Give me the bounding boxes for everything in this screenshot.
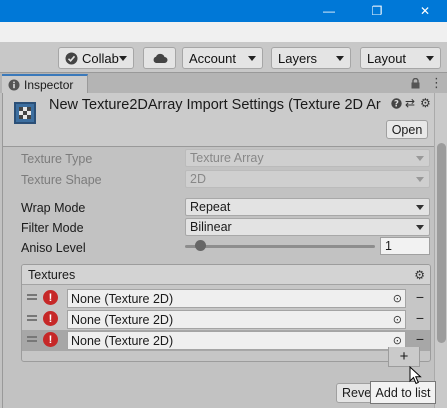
wrap-mode-row: Wrap Mode bbox=[21, 198, 186, 217]
account-dropdown[interactable]: Account bbox=[182, 47, 263, 69]
texture-field-value: None (Texture 2D) bbox=[71, 333, 174, 348]
chevron-down-icon bbox=[416, 205, 424, 210]
gear-icon[interactable]: ⚙ bbox=[420, 96, 431, 110]
open-button[interactable]: Open bbox=[386, 120, 428, 139]
texture-type-dropdown[interactable]: Texture Array bbox=[185, 149, 430, 167]
texture-object-field[interactable]: None (Texture 2D) ⊙ bbox=[67, 289, 406, 308]
wrap-mode-label: Wrap Mode bbox=[21, 200, 86, 215]
tooltip: Add to list bbox=[370, 381, 436, 404]
menu-strip bbox=[0, 22, 447, 42]
aniso-level-row: Aniso Level bbox=[21, 238, 186, 257]
texture-shape-label: Texture Shape bbox=[21, 172, 102, 187]
main-toolbar: Collab Account Layers Layout bbox=[0, 42, 447, 73]
chevron-down-icon bbox=[416, 225, 424, 230]
filter-mode-value: Bilinear bbox=[190, 220, 232, 234]
preset-icon[interactable]: ⇄ bbox=[405, 96, 415, 110]
aniso-level-slider-thumb[interactable] bbox=[195, 240, 207, 251]
chevron-down-icon bbox=[336, 56, 344, 61]
inspector-scrollbar[interactable] bbox=[434, 93, 447, 408]
collab-button[interactable]: Collab bbox=[58, 47, 134, 69]
remove-item-button[interactable]: − bbox=[412, 310, 428, 326]
chevron-down-icon bbox=[426, 56, 434, 61]
cloud-icon bbox=[153, 53, 167, 63]
list-item[interactable]: ! None (Texture 2D) ⊙ − bbox=[22, 309, 430, 330]
chevron-down-icon bbox=[119, 56, 127, 61]
close-icon: ✕ bbox=[419, 4, 431, 18]
drag-handle-icon[interactable] bbox=[27, 315, 37, 321]
layers-label: Layers bbox=[278, 50, 318, 66]
aniso-level-input[interactable]: 1 bbox=[380, 237, 430, 255]
texture-field-value: None (Texture 2D) bbox=[71, 312, 174, 327]
filter-mode-row: Filter Mode bbox=[21, 218, 186, 237]
tab-inspector[interactable]: Inspector bbox=[2, 74, 88, 93]
layout-label: Layout bbox=[367, 50, 407, 66]
plus-icon: + bbox=[399, 348, 409, 365]
error-icon: ! bbox=[43, 332, 58, 347]
tab-row: Inspector ⋮ bbox=[0, 73, 447, 93]
error-icon: ! bbox=[43, 311, 58, 326]
layers-dropdown[interactable]: Layers bbox=[271, 47, 351, 69]
close-window-button[interactable]: ✕ bbox=[405, 0, 445, 22]
inspector-panel: New Texture2DArray Import Settings (Text… bbox=[2, 93, 434, 408]
gear-icon[interactable]: ⚙ bbox=[414, 268, 425, 282]
chevron-down-icon bbox=[416, 156, 424, 161]
remove-item-button[interactable]: − bbox=[412, 289, 428, 305]
texture-type-label: Texture Type bbox=[21, 151, 93, 166]
tooltip-text: Add to list bbox=[375, 385, 431, 400]
account-label: Account bbox=[189, 50, 236, 66]
texture-type-row: Texture Type bbox=[21, 149, 186, 168]
aniso-level-slider-track[interactable] bbox=[185, 245, 375, 248]
texture-shape-row: Texture Shape bbox=[21, 170, 186, 189]
object-picker-icon[interactable]: ⊙ bbox=[393, 334, 402, 347]
texture-shape-dropdown[interactable]: 2D bbox=[185, 170, 430, 188]
texture-type-value: Texture Array bbox=[190, 151, 264, 165]
chevron-down-icon bbox=[416, 177, 424, 182]
list-item[interactable]: ! None (Texture 2D) ⊙ − bbox=[22, 330, 430, 351]
textures-list-header: Textures ⚙ bbox=[22, 265, 430, 285]
restore-icon: ❐ bbox=[371, 4, 383, 18]
texture-array-icon bbox=[14, 102, 36, 124]
error-icon: ! bbox=[43, 290, 58, 305]
texture-object-field[interactable]: None (Texture 2D) ⊙ bbox=[67, 310, 406, 329]
texture-field-value: None (Texture 2D) bbox=[71, 291, 174, 306]
scrollbar-thumb[interactable] bbox=[437, 143, 446, 343]
info-icon bbox=[8, 79, 20, 90]
filter-mode-dropdown[interactable]: Bilinear bbox=[185, 218, 430, 236]
open-label: Open bbox=[391, 122, 423, 137]
check-circle-icon bbox=[65, 52, 78, 64]
drag-handle-icon[interactable] bbox=[27, 336, 37, 342]
remove-item-button[interactable]: − bbox=[412, 331, 428, 347]
textures-list: Textures ⚙ ! None (Texture 2D) ⊙ − ! Non… bbox=[21, 264, 431, 362]
wrap-mode-value: Repeat bbox=[190, 200, 231, 214]
add-item-button[interactable]: + bbox=[388, 347, 420, 367]
object-picker-icon[interactable]: ⊙ bbox=[393, 313, 402, 326]
texture-object-field[interactable]: None (Texture 2D) ⊙ bbox=[67, 331, 406, 350]
help-icon[interactable]: ? bbox=[391, 98, 402, 109]
object-picker-icon[interactable]: ⊙ bbox=[393, 292, 402, 305]
page-title: New Texture2DArray Import Settings (Text… bbox=[49, 97, 381, 113]
list-item[interactable]: ! None (Texture 2D) ⊙ − bbox=[22, 288, 430, 309]
kebab-menu-icon[interactable]: ⋮ bbox=[430, 75, 443, 91]
chevron-down-icon bbox=[248, 56, 256, 61]
aniso-level-value: 1 bbox=[385, 239, 392, 253]
tab-inspector-label: Inspector bbox=[24, 77, 74, 92]
minimize-button[interactable]: — bbox=[309, 0, 349, 22]
window-titlebar: — ❐ ✕ bbox=[0, 0, 447, 22]
collab-label: Collab bbox=[82, 50, 119, 66]
filter-mode-label: Filter Mode bbox=[21, 220, 84, 235]
lock-icon[interactable] bbox=[411, 78, 420, 89]
minimize-icon: — bbox=[323, 4, 335, 18]
inspector-header: New Texture2DArray Import Settings (Text… bbox=[3, 93, 434, 147]
maximize-button[interactable]: ❐ bbox=[357, 0, 397, 22]
aniso-level-label: Aniso Level bbox=[21, 240, 86, 255]
texture-shape-value: 2D bbox=[190, 172, 206, 186]
cloud-button[interactable] bbox=[143, 47, 176, 69]
svg-text:?: ? bbox=[394, 100, 399, 109]
layout-dropdown[interactable]: Layout bbox=[360, 47, 441, 69]
mouse-cursor-icon bbox=[409, 366, 422, 385]
textures-list-title: Textures bbox=[28, 267, 76, 282]
drag-handle-icon[interactable] bbox=[27, 294, 37, 300]
wrap-mode-dropdown[interactable]: Repeat bbox=[185, 198, 430, 216]
